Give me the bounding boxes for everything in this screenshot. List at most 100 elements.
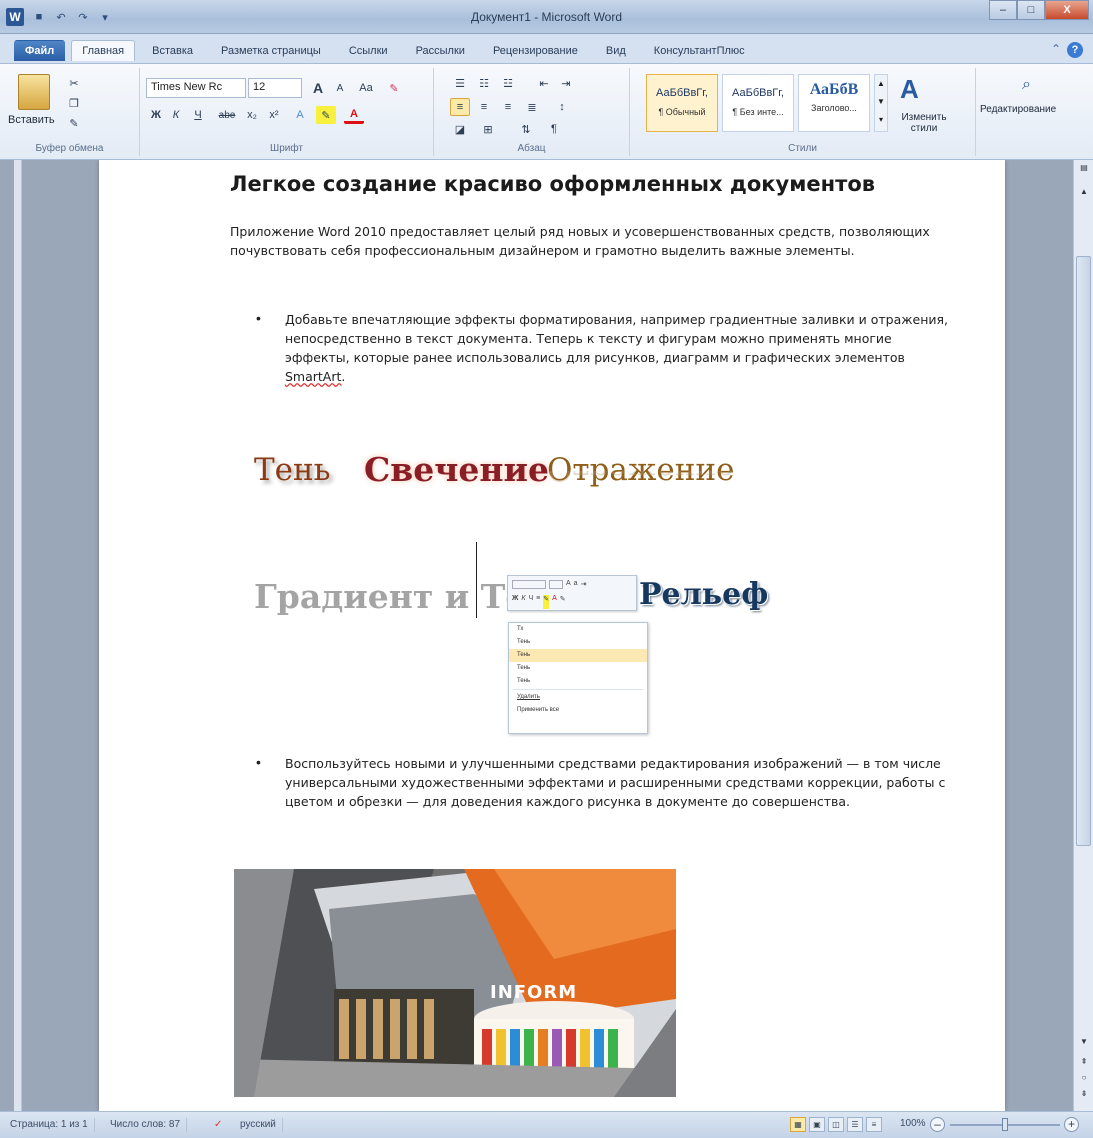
tab-consultant-plus[interactable]: КонсультантПлюс bbox=[643, 40, 756, 61]
paste-button[interactable]: Вставить bbox=[8, 114, 55, 126]
draft-icon[interactable]: ≡ bbox=[866, 1117, 882, 1132]
zoom-out-button[interactable]: – bbox=[930, 1117, 945, 1132]
strikethrough-button[interactable]: abe bbox=[214, 106, 240, 124]
format-painter-icon[interactable]: ✎ bbox=[64, 114, 84, 132]
next-page-icon[interactable]: ⇟ bbox=[1074, 1086, 1093, 1102]
change-styles-button[interactable]: Изменить стили bbox=[894, 112, 954, 134]
binoculars-icon[interactable]: ⌕ bbox=[1022, 76, 1031, 94]
mini-underline-icon[interactable]: Ч bbox=[528, 595, 533, 609]
font-size-combo[interactable]: 12 bbox=[248, 78, 302, 98]
line-spacing-icon[interactable]: ↕ bbox=[552, 98, 572, 116]
full-screen-reading-icon[interactable]: ▣ bbox=[809, 1117, 825, 1132]
zoom-level[interactable]: 100% bbox=[900, 1118, 926, 1129]
style-heading[interactable]: АаБбВ Заголово... bbox=[798, 74, 870, 132]
mini-align-icon[interactable]: ≡ bbox=[536, 595, 540, 609]
mini-italic-icon[interactable]: К bbox=[521, 595, 525, 609]
vertical-scrollbar[interactable]: ▤ ▲ ▼ ⇞ ○ ⇟ bbox=[1073, 160, 1093, 1111]
previous-page-icon[interactable]: ⇞ bbox=[1074, 1054, 1093, 1070]
scroll-up-arrow[interactable]: ▲ bbox=[1074, 184, 1093, 200]
word-count[interactable]: Число слов: 87 bbox=[104, 1118, 188, 1132]
align-right-icon[interactable]: ≡ bbox=[498, 98, 518, 116]
cut-icon[interactable]: ✂ bbox=[64, 74, 84, 92]
tab-references[interactable]: Ссылки bbox=[338, 40, 399, 61]
multilevel-list-icon[interactable]: ☳ bbox=[498, 74, 518, 92]
dropdown-item[interactable]: Тень bbox=[509, 636, 647, 649]
dropdown-item[interactable]: Тень bbox=[509, 662, 647, 675]
page-counter[interactable]: Страница: 1 из 1 bbox=[4, 1118, 95, 1132]
align-center-icon[interactable]: ≡ bbox=[474, 98, 494, 116]
mini-font-combo[interactable] bbox=[512, 580, 546, 589]
borders-icon[interactable]: ⊞ bbox=[478, 120, 498, 138]
minimize-button[interactable]: – bbox=[989, 0, 1017, 20]
grow-font-button[interactable]: A bbox=[308, 79, 328, 97]
tab-mailings[interactable]: Рассылки bbox=[405, 40, 476, 61]
decrease-indent-icon[interactable]: ⇤ bbox=[534, 74, 554, 92]
outline-icon[interactable]: ☰ bbox=[847, 1117, 863, 1132]
ruler-toggle-icon[interactable]: ▤ bbox=[1074, 160, 1093, 176]
maximize-button[interactable]: □ bbox=[1017, 0, 1045, 20]
language-indicator[interactable]: русский bbox=[234, 1118, 283, 1132]
help-icon[interactable]: ? bbox=[1067, 42, 1083, 58]
tab-file[interactable]: Файл bbox=[14, 40, 66, 61]
dropdown-item-apply-all[interactable]: Применить все bbox=[509, 704, 647, 717]
mini-size-combo[interactable] bbox=[549, 580, 563, 589]
tab-insert[interactable]: Вставка bbox=[141, 40, 204, 61]
editing-button[interactable]: Редактирование bbox=[980, 104, 1056, 115]
highlight-color-icon[interactable]: ✎ bbox=[316, 106, 336, 124]
ribbon-collapse-icon[interactable]: ⌃ bbox=[1051, 42, 1061, 58]
mini-grow-icon[interactable]: A bbox=[566, 580, 571, 594]
align-left-icon[interactable]: ≡ bbox=[450, 98, 470, 116]
library-photo[interactable]: INFORM bbox=[234, 869, 676, 1097]
dropdown-item-highlighted[interactable]: Тень bbox=[509, 649, 647, 662]
select-browse-object-icon[interactable]: ○ bbox=[1074, 1070, 1093, 1086]
zoom-in-button[interactable]: + bbox=[1064, 1117, 1079, 1132]
sort-icon[interactable]: ⇅ bbox=[516, 120, 536, 138]
italic-button[interactable]: К bbox=[166, 106, 186, 124]
font-name-combo[interactable]: Times New Rc bbox=[146, 78, 246, 98]
underline-button[interactable]: Ч bbox=[188, 106, 208, 124]
tab-view[interactable]: Вид bbox=[595, 40, 637, 61]
change-styles-icon[interactable]: A bbox=[900, 74, 919, 105]
close-button[interactable]: X bbox=[1045, 0, 1089, 20]
subscript-button[interactable]: x₂ bbox=[242, 106, 262, 124]
mini-indent-icon[interactable]: ⇥ bbox=[581, 580, 587, 594]
text-effects-icon[interactable]: A bbox=[290, 106, 310, 124]
print-layout-icon[interactable]: ▦ bbox=[790, 1117, 806, 1132]
paste-icon[interactable] bbox=[18, 74, 50, 110]
zoom-slider-thumb[interactable] bbox=[1002, 1118, 1008, 1131]
tab-home[interactable]: Главная bbox=[71, 40, 136, 61]
show-marks-button[interactable]: ¶ bbox=[544, 120, 564, 138]
proofing-icon[interactable]: ✓ bbox=[208, 1118, 228, 1132]
copy-icon[interactable]: ❐ bbox=[64, 94, 84, 112]
shrink-font-button[interactable]: A bbox=[330, 79, 350, 97]
dropdown-item[interactable]: Тх bbox=[509, 623, 647, 636]
superscript-button[interactable]: x² bbox=[264, 106, 284, 124]
mini-shrink-icon[interactable]: a bbox=[574, 580, 578, 594]
document-page[interactable]: Легкое создание красиво оформленных доку… bbox=[99, 160, 1005, 1111]
style-no-spacing[interactable]: АаБбВвГг, ¶ Без инте... bbox=[722, 74, 794, 132]
numbering-icon[interactable]: ☷ bbox=[474, 74, 494, 92]
styles-scroll[interactable]: ▲ ▼ ▾ bbox=[874, 74, 888, 132]
tab-review[interactable]: Рецензирование bbox=[482, 40, 589, 61]
dropdown-item-remove[interactable]: Удалить bbox=[509, 691, 647, 704]
shading-icon[interactable]: ◪ bbox=[450, 120, 470, 138]
increase-indent-icon[interactable]: ⇥ bbox=[556, 74, 576, 92]
style-normal[interactable]: АаБбВвГг, ¶ Обычный bbox=[646, 74, 718, 132]
scroll-down-arrow[interactable]: ▼ bbox=[1074, 1034, 1093, 1050]
web-layout-icon[interactable]: ◫ bbox=[828, 1117, 844, 1132]
mini-bold-icon[interactable]: Ж bbox=[512, 595, 518, 609]
tab-page-layout[interactable]: Разметка страницы bbox=[210, 40, 332, 61]
bullets-icon[interactable]: ☰ bbox=[450, 74, 470, 92]
scroll-thumb[interactable] bbox=[1076, 256, 1091, 846]
effects-dropdown[interactable]: Тх Тень Тень Тень Тень Удалить Применить… bbox=[508, 622, 648, 734]
bold-button[interactable]: Ж bbox=[146, 106, 166, 124]
clear-formatting-icon[interactable]: ✎ bbox=[384, 79, 404, 97]
mini-toolbar[interactable]: A a ⇥ Ж К Ч ≡ ✎ A ✎ bbox=[507, 575, 637, 611]
mini-highlight-icon[interactable]: ✎ bbox=[543, 595, 550, 609]
change-case-button[interactable]: Aa bbox=[354, 79, 378, 97]
mini-font-color-icon[interactable]: A bbox=[552, 595, 557, 609]
dropdown-item[interactable]: Тень bbox=[509, 675, 647, 688]
mini-painter-icon[interactable]: ✎ bbox=[560, 595, 566, 609]
justify-icon[interactable]: ≣ bbox=[522, 98, 542, 116]
font-color-icon[interactable]: A bbox=[344, 106, 364, 124]
